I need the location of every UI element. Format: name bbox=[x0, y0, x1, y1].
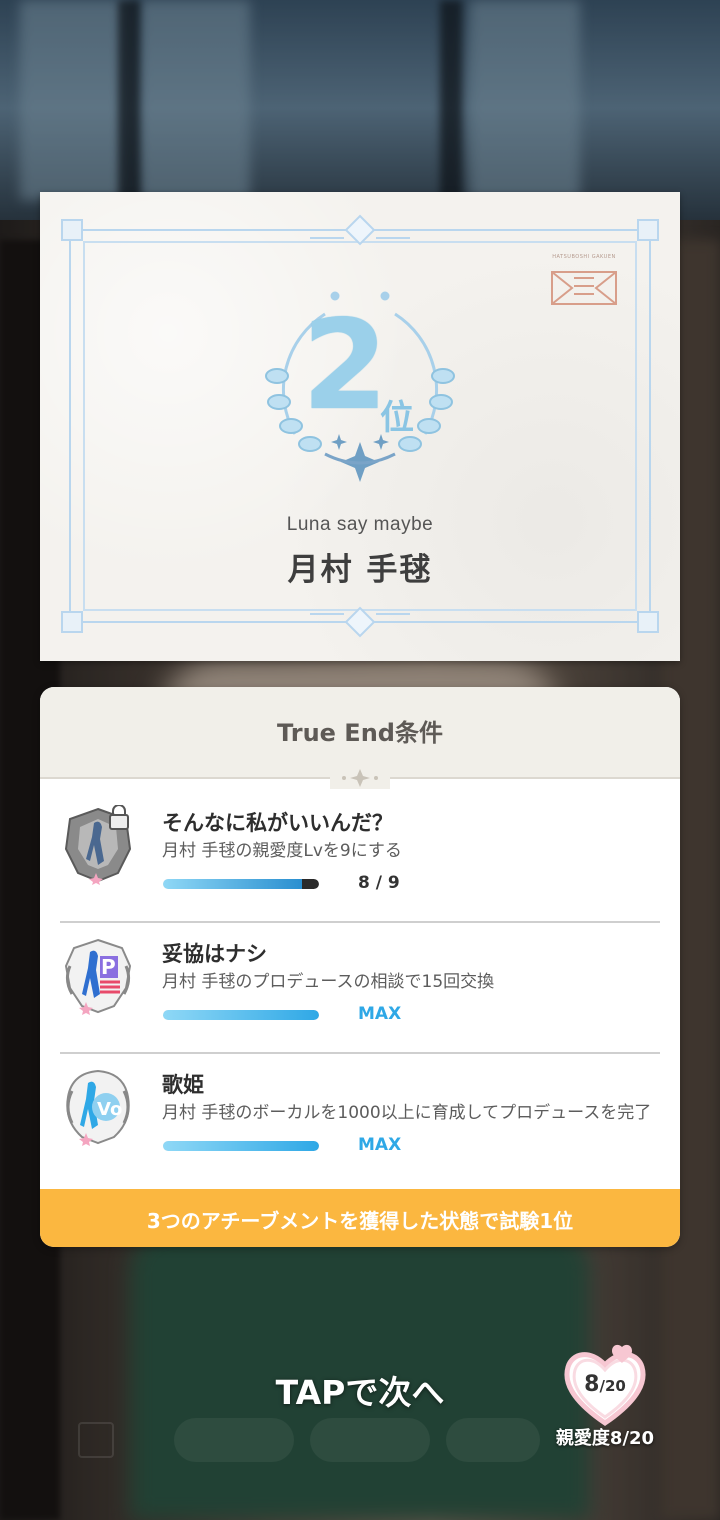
school-stamp-text: HATSUBOSHI GAKUEN bbox=[552, 254, 616, 260]
achievement-progress-bar bbox=[163, 1141, 319, 1151]
achievement-row[interactable]: そんなに私がいいんだ？ 月村 手毬の親愛度Lvを9にする 8 / 9 bbox=[60, 793, 660, 923]
achievement-progress-fill bbox=[163, 1010, 319, 1020]
achievement-progress-bar bbox=[163, 1010, 319, 1020]
faded-menu-button bbox=[174, 1418, 294, 1462]
faded-menu-button bbox=[446, 1418, 540, 1462]
achievement-row[interactable]: P 妥協はナシ 月村 手毬のプロデュースの相談で15回交換 MAX bbox=[60, 924, 660, 1054]
achievement-description: 月村 手毬のボーカルを1000以上に育成してプロデュースを完了 bbox=[162, 1103, 652, 1123]
faded-menu-bar bbox=[70, 1418, 540, 1462]
rank-suffix: 位 bbox=[380, 398, 414, 438]
achievement-progress-fill bbox=[163, 879, 319, 889]
achievement-title: 妥協はナシ bbox=[162, 942, 267, 966]
achievement-progress-label: 8 / 9 bbox=[358, 873, 400, 893]
achievement-row[interactable]: Vo 歌姫 月村 手毬のボーカルを1000以上に育成してプロデュースを完了 MA… bbox=[60, 1055, 660, 1185]
achievement-description: 月村 手毬のプロデュースの相談で15回交換 bbox=[162, 972, 495, 992]
row-separator bbox=[60, 1052, 660, 1054]
achievement-title: 歌姫 bbox=[162, 1073, 204, 1097]
produce-badge-icon: P bbox=[64, 938, 132, 1015]
locked-silhouette-badge-icon bbox=[64, 805, 132, 885]
faded-menu-button bbox=[310, 1418, 430, 1462]
affinity-caption: 親愛度8/20 bbox=[555, 1428, 655, 1449]
svg-text:Vo: Vo bbox=[97, 1099, 122, 1120]
true-end-panel: True End条件 そんなに私がいいんだ？ 月村 手毬の親愛度Lvを9にする … bbox=[40, 687, 680, 1247]
true-end-condition-text: 3つのアチーブメントを獲得した状態で試験1位 bbox=[146, 1209, 574, 1233]
unit-name: Luna say maybe bbox=[286, 514, 434, 535]
achievement-progress-label: MAX bbox=[358, 1004, 402, 1024]
affinity-max: /20 bbox=[599, 1377, 626, 1395]
faded-menu-icon bbox=[78, 1422, 114, 1458]
vocal-badge-icon: Vo bbox=[66, 1069, 130, 1146]
sparkle-ornament-icon bbox=[330, 767, 390, 789]
rank-card: HATSUBOSHI GAKUEN 2 位 Luna say maybe 月村 … bbox=[40, 192, 680, 661]
tap-to-continue-prompt[interactable]: TAPで次へ bbox=[220, 1366, 500, 1414]
achievement-progress-bar bbox=[163, 879, 319, 889]
panel-title: True End条件 bbox=[277, 719, 443, 747]
achievement-progress-fill bbox=[163, 1141, 319, 1151]
row-separator bbox=[60, 921, 660, 923]
true-end-condition-bar: 3つのアチーブメントを獲得した状態で試験1位 bbox=[40, 1189, 680, 1247]
achievement-description: 月村 手毬の親愛度Lvを9にする bbox=[162, 841, 402, 861]
affinity-value: 8/20 bbox=[560, 1372, 650, 1397]
school-stamp-icon bbox=[551, 271, 617, 305]
achievement-title: そんなに私がいいんだ？ bbox=[162, 811, 393, 835]
panel-header: True End条件 bbox=[40, 687, 680, 779]
idol-name: 月村 手毬 bbox=[287, 552, 433, 588]
svg-text:P: P bbox=[101, 955, 116, 979]
affinity-current: 8 bbox=[584, 1372, 600, 1397]
achievement-progress-label: MAX bbox=[358, 1135, 402, 1155]
